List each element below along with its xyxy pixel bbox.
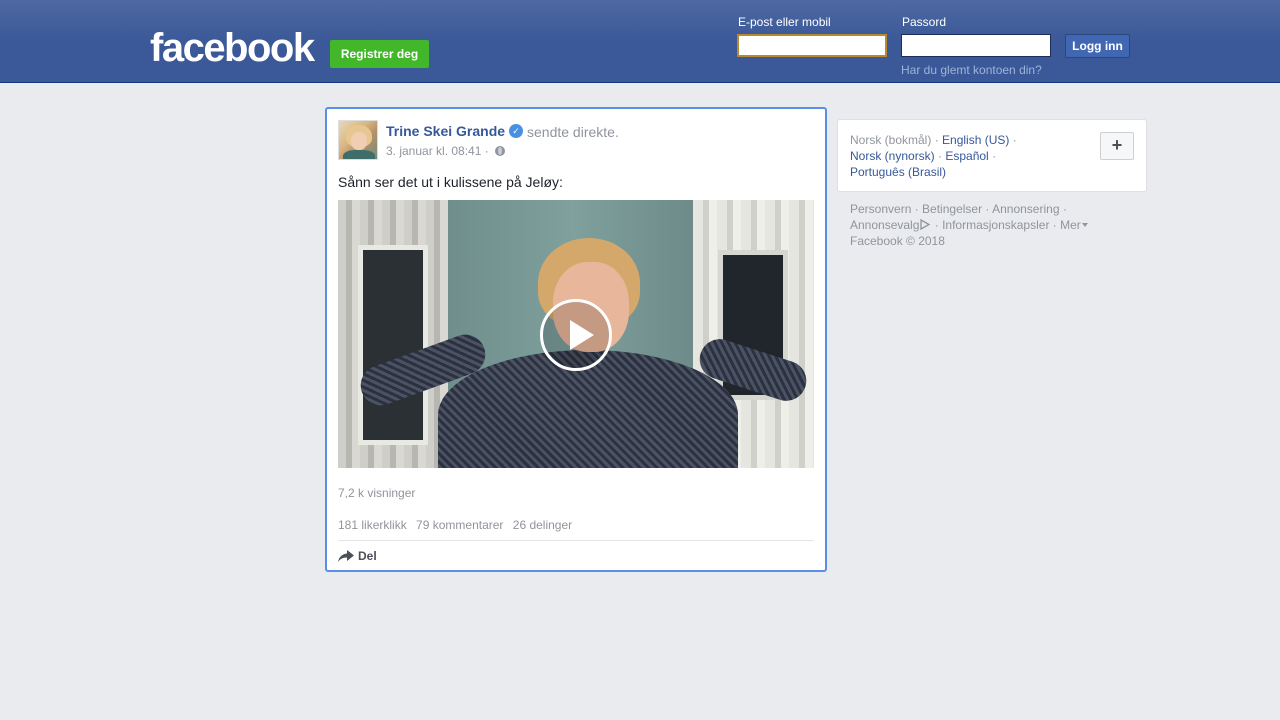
add-language-button[interactable]: + bbox=[1100, 132, 1134, 160]
facebook-logo[interactable]: facebook bbox=[150, 26, 315, 70]
post-action-text: sendte direkte. bbox=[527, 124, 619, 140]
play-icon[interactable] bbox=[540, 299, 612, 371]
email-label: E-post eller mobil bbox=[738, 15, 831, 29]
share-arrow-icon bbox=[338, 550, 354, 562]
likes-count[interactable]: 181 likerklikk bbox=[338, 518, 407, 532]
globe-icon bbox=[495, 146, 506, 156]
comments-count[interactable]: 79 kommentarer bbox=[416, 518, 503, 532]
email-input[interactable] bbox=[737, 34, 887, 57]
footer-link-advertising[interactable]: Annonsering bbox=[992, 202, 1059, 216]
verified-icon: ✓ bbox=[509, 124, 523, 138]
share-label: Del bbox=[358, 549, 377, 563]
post-text: Sånn ser det ut i kulissene på Jeløy: bbox=[338, 174, 563, 190]
language-selector: Norsk (bokmål) · English (US) · Norsk (n… bbox=[837, 119, 1147, 192]
author-avatar[interactable] bbox=[338, 120, 378, 160]
footer-link-cookies[interactable]: Informasjonskapsler bbox=[942, 218, 1049, 232]
footer-link-more[interactable]: Mer bbox=[1060, 218, 1081, 232]
top-bar: facebook Registrer deg E-post eller mobi… bbox=[0, 0, 1280, 83]
chevron-down-icon[interactable] bbox=[1081, 223, 1088, 227]
post-meta: 3. januar kl. 08:41 · bbox=[386, 144, 506, 158]
forgot-account-link[interactable]: Har du glemt kontoen din? bbox=[901, 63, 1042, 77]
footer-link-adchoices[interactable]: Annonsevalg bbox=[850, 218, 919, 232]
post-stats: 181 likerklikk 79 kommentarer 26 delinge… bbox=[338, 518, 578, 532]
password-label: Passord bbox=[902, 15, 947, 29]
current-language: Norsk (bokmål) bbox=[850, 133, 932, 147]
post-timestamp[interactable]: 3. januar kl. 08:41 · bbox=[386, 144, 489, 158]
login-button[interactable]: Logg inn bbox=[1065, 34, 1130, 58]
adchoices-icon bbox=[920, 219, 931, 230]
footer-links: Personvern · Betingelser · Annonsering ·… bbox=[850, 201, 1140, 249]
copyright: Facebook © 2018 bbox=[850, 234, 945, 248]
footer-link-terms[interactable]: Betingelser bbox=[922, 202, 982, 216]
footer-link-privacy[interactable]: Personvern bbox=[850, 202, 911, 216]
view-count: 7,2 k visninger bbox=[338, 486, 416, 500]
register-button[interactable]: Registrer deg bbox=[330, 40, 429, 68]
divider bbox=[338, 540, 814, 541]
shares-count[interactable]: 26 delinger bbox=[513, 518, 572, 532]
language-link-portugues[interactable]: Português (Brasil) bbox=[850, 165, 946, 179]
password-input[interactable] bbox=[901, 34, 1051, 57]
language-link-espanol[interactable]: Español bbox=[945, 149, 988, 163]
post-card: Trine Skei Grande ✓ sendte direkte. 3. j… bbox=[325, 107, 827, 572]
language-link-english[interactable]: English (US) bbox=[942, 133, 1009, 147]
language-list: Norsk (bokmål) · English (US) · Norsk (n… bbox=[850, 133, 1017, 179]
author-name[interactable]: Trine Skei Grande bbox=[386, 123, 505, 139]
language-link-nynorsk[interactable]: Norsk (nynorsk) bbox=[850, 149, 935, 163]
share-button[interactable]: Del bbox=[338, 549, 377, 563]
video-player[interactable] bbox=[338, 200, 814, 468]
